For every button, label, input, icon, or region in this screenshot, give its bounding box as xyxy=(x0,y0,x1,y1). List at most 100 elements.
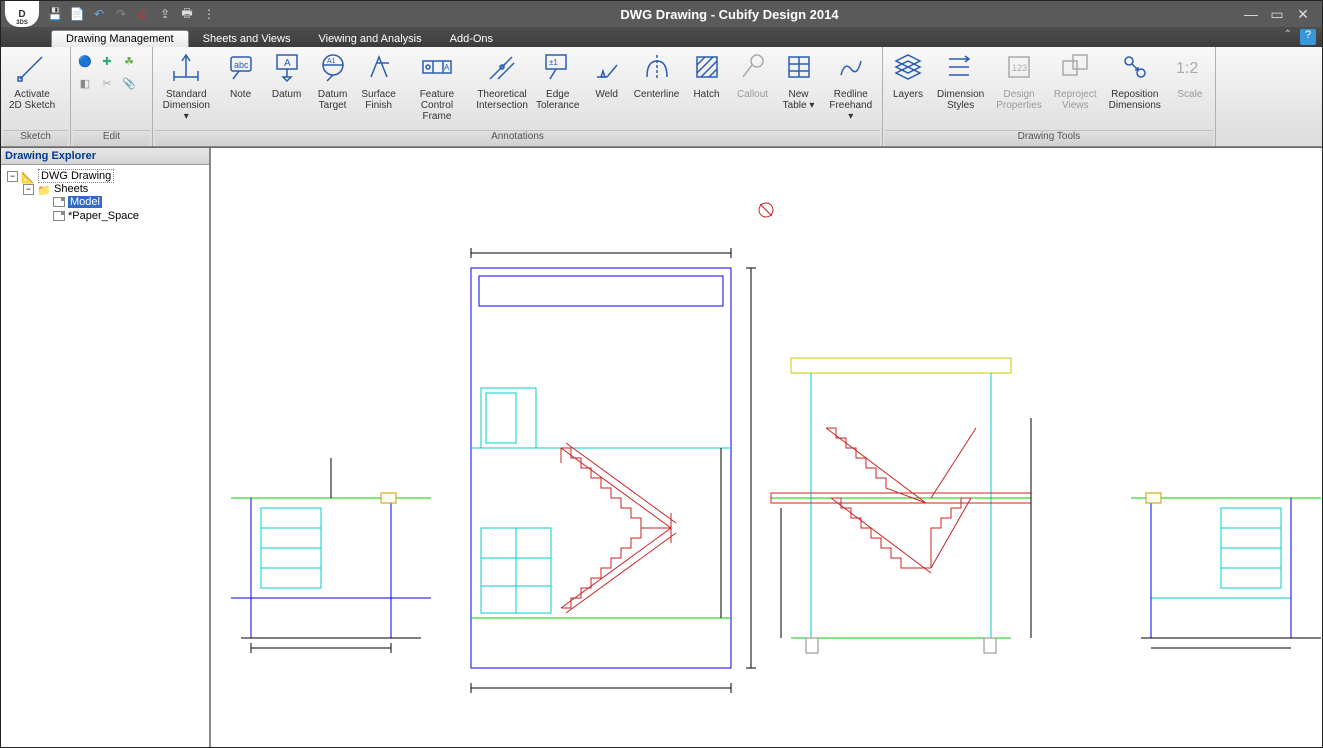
qat-options[interactable]: ⋮ xyxy=(201,6,217,22)
tree-root[interactable]: −📐DWG Drawing −📁Sheets Model *Paper_Spac… xyxy=(7,169,207,225)
dim-styles-button[interactable]: Dimension Styles xyxy=(931,49,990,130)
callout-button[interactable]: Callout xyxy=(730,49,776,130)
dimension-button[interactable]: Standard Dimension ▾ xyxy=(155,49,218,130)
explorer-header: Drawing Explorer xyxy=(1,148,209,165)
folder-icon: 📁 xyxy=(37,184,51,195)
activate-2d-sketch-button[interactable]: Activate 2D Sketch xyxy=(3,49,61,130)
datum-label: Datum xyxy=(272,89,301,100)
tab-viewing-analysis[interactable]: Viewing and Analysis xyxy=(304,31,435,47)
design-props-label: Design Properties xyxy=(996,89,1042,111)
panel-edit-label: Edit xyxy=(73,130,150,146)
surface-finish-label: Surface Finish xyxy=(361,89,395,111)
qat-print[interactable]: 🖶 xyxy=(179,6,195,22)
svg-text:A1: A1 xyxy=(327,58,336,65)
design-props-icon: 123 xyxy=(1003,53,1035,85)
centerline-button[interactable]: Centerline xyxy=(630,49,684,130)
edit-clip-icon[interactable]: 📎 xyxy=(120,74,138,92)
hatch-icon xyxy=(691,53,723,85)
ribbon-collapse-icon[interactable]: ⌃ xyxy=(1284,29,1292,40)
reproject-icon xyxy=(1059,53,1091,85)
qat-pdf[interactable]: ⎙ xyxy=(135,6,151,22)
panel-sketch: Activate 2D Sketch Sketch xyxy=(1,47,71,146)
qat-undo[interactable]: ↶ xyxy=(91,6,107,22)
tab-add-ons[interactable]: Add-Ons xyxy=(436,31,507,47)
edit-leaf-icon[interactable]: ☘ xyxy=(120,52,138,70)
reproject-button[interactable]: Reproject Views xyxy=(1048,49,1103,130)
panel-annotations: Standard Dimension ▾ abc Note A Datum A1Datum… xyxy=(153,47,883,146)
redline-button[interactable]: Redline Freehand ▾ xyxy=(822,49,881,130)
scale-label: Scale xyxy=(1177,89,1202,100)
tab-sheets-views[interactable]: Sheets and Views xyxy=(189,31,305,47)
svg-text:123: 123 xyxy=(1012,63,1027,73)
edit-scissors-icon[interactable]: ✂ xyxy=(98,74,116,92)
centerline-label: Centerline xyxy=(634,89,680,100)
edit-blank1 xyxy=(76,96,94,114)
title-bar: D 💾 📄 ↶ ↷ ⎙ ⇪ 🖶 ⋮ DWG Drawing - Cubify D… xyxy=(1,1,1322,27)
reposition-button[interactable]: Reposition Dimensions xyxy=(1103,49,1167,130)
fcf-label: Feature Control Frame xyxy=(408,89,467,122)
table-label: New Table ▾ xyxy=(783,89,815,111)
redline-label: Redline Freehand ▾ xyxy=(828,89,875,122)
qat-redo[interactable]: ↷ xyxy=(113,6,129,22)
weld-button[interactable]: Weld xyxy=(584,49,630,130)
panel-sketch-label: Sketch xyxy=(3,130,68,146)
edit-cross-icon[interactable]: ✚ xyxy=(98,52,116,70)
fcf-button[interactable]: A Feature Control Frame xyxy=(402,49,473,130)
edit-blank3 xyxy=(120,96,138,114)
layers-button[interactable]: Layers xyxy=(885,49,931,130)
dwg-icon: 📐 xyxy=(21,171,35,182)
note-icon: abc xyxy=(225,53,257,85)
panel-edit: 🔵 ✚ ☘ ◧ ✂ 📎 Edit xyxy=(71,47,153,146)
edge-tol-button[interactable]: ±1Edge Tolerance xyxy=(532,49,584,130)
qat-export[interactable]: ⇪ xyxy=(157,6,173,22)
tree-paper-label: *Paper_Space xyxy=(68,210,139,222)
note-label: Note xyxy=(230,89,251,100)
design-props-button[interactable]: 123 Design Properties xyxy=(990,49,1048,130)
window-title: DWG Drawing - Cubify Design 2014 xyxy=(217,7,1242,22)
datum-target-button[interactable]: A1Datum Target xyxy=(310,49,356,130)
tree-sheets[interactable]: −📁Sheets Model *Paper_Space xyxy=(23,182,207,224)
hatch-button[interactable]: Hatch xyxy=(684,49,730,130)
layers-icon xyxy=(892,53,924,85)
theoretical-button[interactable]: Theoretical Intersection xyxy=(472,49,532,130)
theoretical-label: Theoretical Intersection xyxy=(476,89,528,111)
tree-item-model[interactable]: Model xyxy=(39,195,207,209)
tree-item-paper[interactable]: *Paper_Space xyxy=(39,209,207,223)
datum-icon: A xyxy=(271,53,303,85)
svg-text:1:2: 1:2 xyxy=(1176,60,1198,77)
tree-toggle-sheets[interactable]: − xyxy=(23,184,34,195)
hatch-label: Hatch xyxy=(693,89,719,100)
svg-text:abc: abc xyxy=(234,60,249,70)
dim-styles-label: Dimension Styles xyxy=(937,89,984,111)
edge-tol-label: Edge Tolerance xyxy=(536,89,579,111)
maximize-button[interactable]: ▭ xyxy=(1268,6,1286,23)
edit-blank2 xyxy=(98,96,116,114)
sheet-icon xyxy=(53,211,65,221)
theoretical-icon xyxy=(486,53,518,85)
datum-button[interactable]: A Datum xyxy=(264,49,310,130)
app-logo[interactable]: D xyxy=(5,1,39,27)
drawing-content xyxy=(211,148,1321,747)
close-button[interactable]: ✕ xyxy=(1294,6,1312,23)
reposition-label: Reposition Dimensions xyxy=(1109,89,1161,111)
edit-sphere-icon[interactable]: 🔵 xyxy=(76,52,94,70)
qat-save[interactable]: 💾 xyxy=(47,6,63,22)
minimize-button[interactable]: — xyxy=(1242,6,1260,23)
surface-finish-icon xyxy=(363,53,395,85)
sheet-icon xyxy=(53,197,65,207)
callout-icon xyxy=(737,53,769,85)
scale-button[interactable]: 1:2 Scale xyxy=(1167,49,1213,130)
table-button[interactable]: New Table ▾ xyxy=(776,49,822,130)
fcf-icon: A xyxy=(421,53,453,85)
tab-drawing-management[interactable]: Drawing Management xyxy=(51,30,189,47)
drawing-canvas[interactable] xyxy=(211,148,1322,747)
svg-text:A: A xyxy=(444,63,450,72)
note-button[interactable]: abc Note xyxy=(218,49,264,130)
help-icon[interactable]: ? xyxy=(1300,29,1316,45)
edit-cube-icon[interactable]: ◧ xyxy=(76,74,94,92)
drawing-explorer: Drawing Explorer −📐DWG Drawing −📁Sheets … xyxy=(1,148,211,747)
tree-toggle-root[interactable]: − xyxy=(7,171,18,182)
qat-new[interactable]: 📄 xyxy=(69,6,85,22)
surface-finish-button[interactable]: Surface Finish xyxy=(356,49,402,130)
panel-drawing-tools: Layers Dimension Styles 123 Design Properti… xyxy=(883,47,1216,146)
